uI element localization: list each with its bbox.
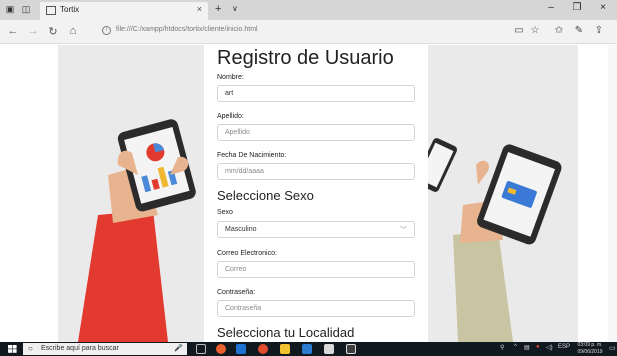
- form-title: Registro de Usuario: [217, 47, 394, 69]
- apellido-input[interactable]: Apellido: [217, 124, 415, 141]
- tabs-aside-icon[interactable]: ◫: [20, 4, 32, 15]
- page-favicon-icon: [46, 6, 56, 15]
- refresh-button[interactable]: ↻: [46, 25, 60, 38]
- fecha-placeholder: mm/dd/aaaa: [225, 168, 264, 175]
- app-icon[interactable]: [346, 344, 356, 354]
- web-notes-icon[interactable]: ✎: [572, 25, 586, 36]
- chrome-icon[interactable]: [258, 344, 268, 354]
- store-icon[interactable]: [302, 344, 312, 354]
- apellido-label: Apellido:: [217, 113, 244, 120]
- windows-taskbar: ○ Escribe aquí para buscar 🎤 ⚲ ^ ▤ ● ◁) …: [0, 342, 617, 356]
- clock-date: 09/06/2019: [577, 349, 603, 355]
- mail-icon[interactable]: [324, 344, 334, 354]
- fecha-nacimiento-input[interactable]: mm/dd/aaaa: [217, 163, 415, 180]
- search-icon: ○: [28, 344, 33, 353]
- task-view-icon[interactable]: [196, 344, 206, 354]
- contrasena-placeholder: Contraseña: [225, 305, 262, 312]
- tab-preview-icon[interactable]: ▣: [4, 4, 16, 15]
- language-indicator[interactable]: ESP: [558, 344, 570, 350]
- windows-start-icon[interactable]: [3, 343, 21, 355]
- sexo-label: Sexo: [217, 209, 233, 216]
- microphone-icon[interactable]: 🎤: [174, 344, 183, 352]
- address-bar: ← → ↻ ⌂ i file:///C:/xampp/htdocs/tortix…: [0, 20, 617, 44]
- volume-icon[interactable]: ◁): [546, 344, 553, 351]
- tab-close-icon[interactable]: ×: [197, 4, 202, 14]
- registration-form: Registro de Usuario Nombre: art Apellido…: [204, 45, 428, 342]
- taskbar-clock[interactable]: 03:09 p. m. 09/06/2019: [572, 342, 608, 356]
- browser-tab[interactable]: Tortix ×: [40, 2, 208, 20]
- apellido-placeholder: Apellido: [225, 129, 250, 136]
- maximize-button[interactable]: ❐: [566, 2, 588, 13]
- localidad-heading: Selecciona tu Localidad: [217, 325, 355, 340]
- firefox-icon[interactable]: [216, 344, 226, 354]
- nombre-input[interactable]: art: [217, 85, 415, 102]
- correo-placeholder: Correo: [225, 266, 247, 273]
- file-explorer-icon[interactable]: [280, 344, 290, 354]
- browser-titlebar: ▣ ◫ Tortix × + ∨ – ❐ ×: [0, 0, 617, 20]
- nombre-label: Nombre:: [217, 74, 244, 81]
- page-scrollbar[interactable]: [608, 45, 617, 342]
- contrasena-input[interactable]: Contraseña: [217, 300, 415, 317]
- info-icon[interactable]: i: [102, 26, 111, 35]
- antivirus-icon[interactable]: ●: [536, 344, 540, 350]
- forward-button[interactable]: →: [26, 25, 40, 37]
- minimize-button[interactable]: –: [540, 2, 562, 13]
- network-icon[interactable]: ▤: [524, 344, 530, 351]
- tab-title: Tortix: [60, 5, 80, 14]
- nombre-value: art: [225, 90, 234, 97]
- tray-chevron-up-icon[interactable]: ^: [514, 344, 517, 350]
- back-button[interactable]: ←: [6, 25, 20, 37]
- fecha-nacimiento-label: Fecha De Nacimiento:: [217, 152, 287, 159]
- people-icon[interactable]: ⚲: [500, 344, 504, 351]
- chevron-down-icon: ﹀: [400, 227, 407, 234]
- favorites-hub-icon[interactable]: ✩: [552, 25, 566, 36]
- favorite-star-icon[interactable]: ☆: [528, 25, 542, 36]
- clock-time: 03:09 p. m.: [577, 342, 603, 348]
- reading-view-icon[interactable]: ▭: [512, 25, 526, 36]
- sexo-selected-value: Masculino: [225, 226, 257, 233]
- url-field[interactable]: i file:///C:/xampp/htdocs/tortix/cliente…: [100, 23, 480, 40]
- new-tab-button[interactable]: +: [215, 3, 221, 15]
- correo-label: Correo Electronico:: [217, 250, 277, 257]
- share-icon[interactable]: ⇪: [592, 25, 606, 36]
- tab-list-chevron-icon[interactable]: ∨: [232, 4, 238, 13]
- action-center-icon[interactable]: ▭: [609, 344, 616, 352]
- taskbar-search-box[interactable]: ○ Escribe aquí para buscar: [23, 343, 187, 355]
- home-button[interactable]: ⌂: [66, 25, 80, 37]
- correo-input[interactable]: Correo: [217, 261, 415, 278]
- edge-icon[interactable]: [236, 344, 246, 354]
- contrasena-label: Contraseña:: [217, 289, 256, 296]
- url-text[interactable]: file:///C:/xampp/htdocs/tortix/cliente/i…: [116, 26, 258, 33]
- close-window-button[interactable]: ×: [592, 2, 614, 13]
- sexo-heading: Seleccione Sexo: [217, 188, 314, 203]
- taskbar-search-placeholder: Escribe aquí para buscar: [41, 345, 119, 352]
- sexo-select[interactable]: Masculino ﹀: [217, 221, 415, 238]
